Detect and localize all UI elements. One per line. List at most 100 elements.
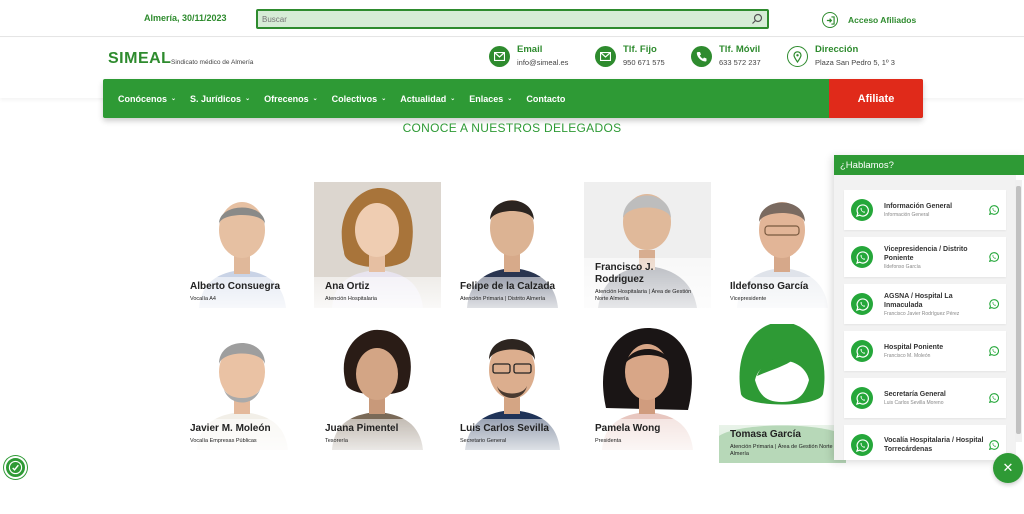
chevron-down-icon: ⌄ — [381, 96, 387, 102]
mail-icon — [595, 46, 616, 67]
chevron-down-icon: ⌄ — [450, 96, 456, 102]
chevron-down-icon: ⌄ — [171, 96, 177, 102]
whatsapp-icon — [851, 340, 873, 362]
whatsapp-icon — [851, 246, 873, 268]
delegate-role: Vocalía A4 — [190, 296, 216, 302]
search-box[interactable] — [256, 9, 769, 29]
delegate-card[interactable]: Tomasa García Atención Primaria | Área de… — [719, 324, 846, 463]
search-input[interactable] — [262, 13, 742, 26]
delegate-role: Atención Hospitalaria | Área de Gestión … — [595, 289, 692, 302]
accessibility-icon — [8, 460, 23, 475]
chat-contact-item[interactable]: Vicepresidencia / Distrito Poniente Ildef… — [844, 237, 1006, 277]
contact-value: 633 572 237 — [719, 58, 761, 67]
contact-title: Email — [517, 44, 543, 55]
contact-mobile[interactable]: Tlf. Móvil 633 572 237 — [691, 44, 761, 67]
chat-contact-item[interactable]: AGSNA / Hospital La Inmaculada Francisco … — [844, 284, 1006, 324]
chat-contact-sub: Francisco M. Moleón — [884, 353, 931, 359]
whatsapp-small-icon — [989, 393, 999, 403]
whatsapp-small-icon — [989, 346, 999, 356]
chat-contact-name: Hospital Poniente — [884, 344, 944, 351]
chat-contact-list[interactable]: Información General Información General V… — [834, 175, 1016, 460]
delegate-card[interactable]: Pamela Wong Presidenta — [584, 324, 711, 450]
delegate-name: Francisco J. Rodriguez — [595, 262, 654, 285]
delegate-name: Alberto Consuegra — [190, 281, 281, 292]
contact-title: Tlf. Móvil — [719, 44, 761, 55]
nav-item-enlaces[interactable]: Enlaces ⌄ — [469, 94, 512, 104]
top-bar: Almería, 30/11/2023 Acceso Afiliados — [0, 0, 1024, 37]
accessibility-button[interactable] — [4, 456, 27, 479]
chevron-down-icon: ⌄ — [245, 96, 251, 102]
nav-item-contacto[interactable]: Contacto — [526, 94, 565, 104]
nav-item-conocenos[interactable]: Conócenos ⌄ — [118, 94, 176, 104]
delegate-card[interactable]: Javier M. Moleón Vocalía Empresas Pública… — [179, 324, 306, 450]
chat-contact-sub: Luis Carlos Sevilla Moreno — [884, 400, 944, 406]
whatsapp-small-icon — [989, 440, 999, 450]
location-pin-icon — [787, 46, 808, 67]
contact-value: 950 671 575 — [623, 58, 665, 67]
chat-contact-sub: Ildefonso García — [884, 263, 921, 270]
section-heading: CONOCE A NUESTROS DELEGADOS — [402, 121, 622, 135]
close-chat-button[interactable]: ✕ — [993, 453, 1023, 483]
delegate-role: Secretario General — [460, 438, 507, 444]
chat-contact-item[interactable]: Hospital Poniente Francisco M. Moleón — [844, 331, 1006, 371]
chevron-down-icon: ⌄ — [507, 96, 513, 102]
delegate-card[interactable]: Francisco J. Rodriguez Atención Hospitala… — [584, 182, 711, 308]
delegate-role: Vocalía Empresas Públicas — [190, 438, 257, 444]
chat-contact-name: Vocalía Hospitalaria / Hospital Torrecár… — [884, 436, 984, 453]
delegate-card[interactable]: Ildefonso García Vicepresidente — [719, 182, 846, 308]
chat-contact-sub: Francisco Javier Rodríguez Pérez — [884, 310, 960, 317]
delegate-name: Ana Ortiz — [325, 281, 370, 292]
affiliate-access-link[interactable]: Acceso Afiliados — [822, 12, 916, 28]
contact-address[interactable]: Dirección Plaza San Pedro 5, 1º 3 — [787, 44, 895, 67]
chat-contact-sub: Información General — [884, 212, 930, 218]
contact-value: info@simeal.es — [517, 58, 569, 67]
tagline: Sindicato médico de Almería — [171, 59, 254, 66]
delegate-role: Atención Hospitalaria — [325, 296, 377, 302]
contact-email[interactable]: Email info@simeal.es — [489, 44, 568, 67]
whatsapp-icon — [851, 199, 873, 221]
chat-contact-item[interactable]: Información General Información General — [844, 190, 1006, 230]
whatsapp-small-icon — [989, 252, 999, 262]
contact-title: Tlf. Fijo — [623, 44, 657, 55]
delegate-card[interactable]: Alberto Consuegra Vocalía A4 — [179, 182, 306, 308]
delegate-card[interactable]: Luis Carlos Sevilla Secretario General — [449, 324, 576, 450]
chat-contact-item[interactable]: Vocalía Hospitalaria / Hospital Torrecár… — [844, 425, 1006, 460]
affiliate-access-label: Acceso Afiliados — [848, 15, 917, 25]
nav-item-actualidad[interactable]: Actualidad ⌄ — [400, 94, 455, 104]
chat-contact-item[interactable]: Secretaría General Luis Carlos Sevilla Mo… — [844, 378, 1006, 418]
phone-icon — [691, 46, 712, 67]
chat-contact-name: Información General — [884, 203, 953, 210]
delegate-name: Javier M. Moleón — [190, 423, 271, 434]
main-nav: Conócenos ⌄ S. Jurídicos ⌄ Ofrecenos ⌄ Cole… — [103, 79, 923, 118]
chat-scrollbar[interactable] — [1015, 180, 1022, 442]
contact-landline[interactable]: Tlf. Fijo 950 671 575 — [595, 44, 665, 67]
whatsapp-icon — [851, 434, 873, 456]
delegate-card[interactable]: Ana Ortiz Atención Hospitalaria — [314, 182, 441, 308]
delegate-name: Tomasa García — [730, 429, 801, 440]
chevron-down-icon: ⌄ — [312, 96, 318, 102]
whatsapp-small-icon — [989, 299, 999, 309]
mail-icon — [489, 46, 510, 67]
nav-item-ofrecenos[interactable]: Ofrecenos ⌄ — [264, 94, 318, 104]
search-icon[interactable] — [751, 13, 763, 25]
delegate-name: Luis Carlos Sevilla — [460, 423, 549, 434]
contact-value: Plaza San Pedro 5, 1º 3 — [815, 58, 895, 67]
chat-scrollbar-thumb[interactable] — [1016, 186, 1021, 434]
logo[interactable]: SIMEAL — [108, 50, 171, 68]
afiliate-button[interactable]: Afiliate — [829, 79, 923, 118]
whatsapp-chat-panel: ¿Hablamos? Información General Informació… — [834, 155, 1024, 460]
chat-contact-name: AGSNA / Hospital La Inmaculada — [884, 292, 953, 309]
delegate-role: Presidenta — [595, 438, 622, 444]
delegate-role: Tesorería — [325, 438, 348, 444]
nav-item-s-juridicos[interactable]: S. Jurídicos ⌄ — [190, 94, 250, 104]
delegate-name: Juana Pimentel — [325, 423, 399, 434]
delegate-card[interactable]: Juana Pimentel Tesorería — [314, 324, 441, 450]
chat-title: ¿Hablamos? — [834, 155, 1024, 175]
nav-item-colectivos[interactable]: Colectivos ⌄ — [332, 94, 387, 104]
whatsapp-small-icon — [989, 205, 999, 215]
delegate-name: Felipe de la Calzada — [460, 281, 556, 292]
whatsapp-icon — [851, 293, 873, 315]
delegate-name: Pamela Wong — [595, 423, 661, 434]
delegate-card[interactable]: Felipe de la Calzada Atención Primaria | … — [449, 182, 576, 308]
delegate-role: Atención Primaria | Área de Gestión Nort… — [730, 444, 833, 457]
